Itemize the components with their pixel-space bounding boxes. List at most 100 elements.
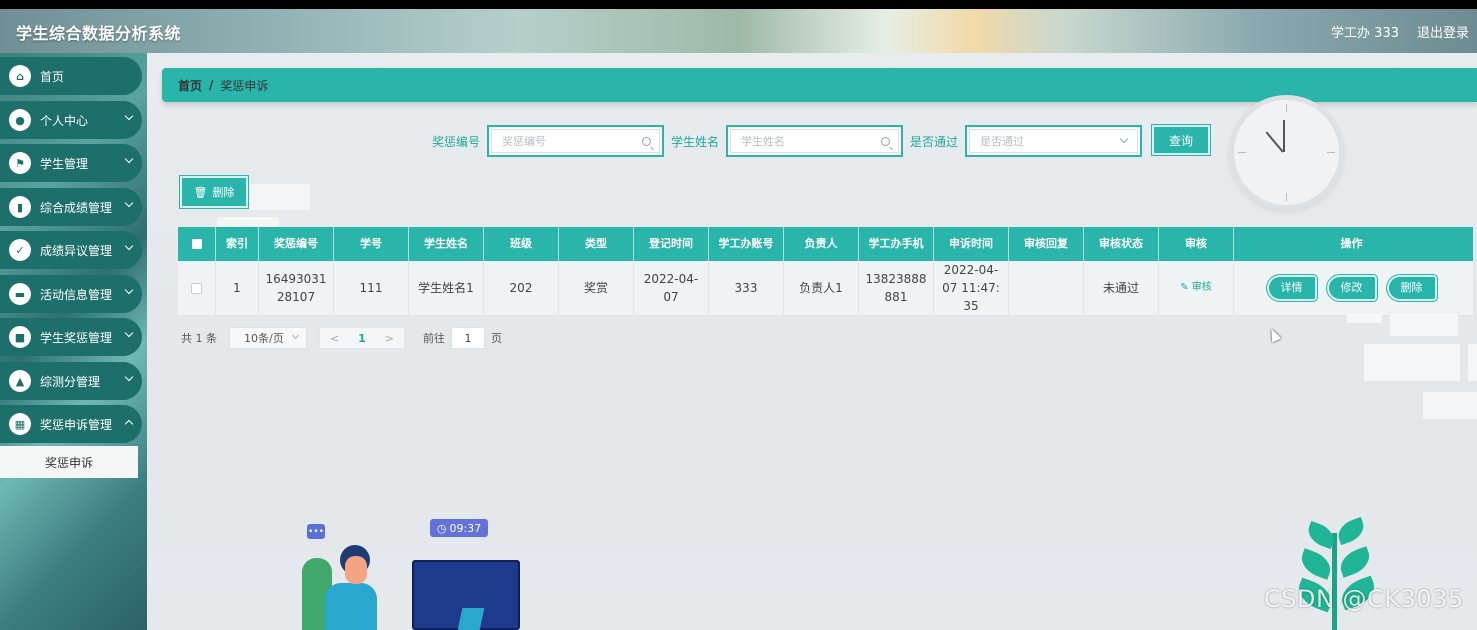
sidebar-item-label: 综合成绩管理 (40, 200, 113, 215)
header-audit-reply: 审核回复 (1009, 227, 1084, 261)
chevron-down-icon (124, 328, 134, 338)
sidebar-item-score-management[interactable]: ▮ 综合成绩管理 (0, 188, 142, 226)
cell-person-in-charge: 负责人1 (784, 261, 859, 315)
clock-tick (1238, 152, 1246, 153)
leaf-illustration (1334, 516, 1368, 546)
select-all-cell[interactable] (178, 227, 216, 261)
edit-button[interactable]: 修改 (1325, 274, 1378, 302)
appeal-table: 索引 奖惩编号 学号 学生姓名 班级 类型 登记时间 学工办账号 负责人 学工办… (178, 227, 1473, 316)
cell-student-no: 111 (334, 261, 409, 315)
current-page[interactable]: 1 (358, 332, 366, 345)
sidebar-item-student-management[interactable]: ⚑ 学生管理 (0, 144, 142, 182)
clock-hand (1283, 120, 1285, 152)
sidebar-item-label: 奖惩申诉管理 (40, 417, 113, 432)
query-button[interactable]: 查询 (1151, 124, 1211, 156)
flag-icon: ⚑ (9, 152, 31, 174)
sidebar-item-label: 个人中心 (40, 113, 89, 128)
sidebar-item-label: 学生奖惩管理 (40, 330, 113, 345)
appeal-time-text: 2022-04-07 11:47:35 (942, 263, 1000, 313)
cell-audit-status: 未通过 (1084, 261, 1159, 315)
leaf-illustration (1336, 546, 1374, 578)
batch-delete-button[interactable]: 🗑 删除 (179, 175, 249, 209)
total-count: 共 1 条 (181, 332, 217, 345)
award-no-text: 1649303128107 (265, 272, 327, 304)
pagination: 共 1 条 10条/页 < 1 > 前往 1 页 (181, 326, 502, 350)
sidebar-item-label: 成绩异议管理 (40, 243, 113, 258)
table-row: 1 1649303128107 111 学生姓名1 202 奖赏 2022-04… (178, 261, 1473, 316)
clock-tick (1327, 152, 1335, 153)
sidebar-item-label: 首页 (40, 69, 65, 84)
breadcrumb-separator: / (209, 78, 214, 92)
sidebar-item-score-objection[interactable]: ✓ 成绩异议管理 (0, 231, 142, 269)
sidebar-item-home[interactable]: ⌂ 首页 (0, 57, 142, 95)
prev-page-button[interactable]: < (330, 332, 339, 345)
header-person-in-charge: 负责人 (784, 227, 859, 261)
user-icon: ● (9, 109, 31, 131)
cell-actions: 详情 修改 删除 (1234, 261, 1469, 315)
decorative-block (1390, 314, 1458, 336)
clock-tick (1286, 104, 1287, 112)
page-suffix: 页 (491, 332, 502, 345)
grid-icon: ▦ (9, 413, 31, 435)
time-badge-text: 09:37 (449, 521, 482, 535)
clock-tick (1286, 193, 1287, 201)
sidebar-item-rewards[interactable]: ■ 学生奖惩管理 (0, 318, 142, 356)
goto-label: 前往 (423, 332, 445, 345)
student-name-input[interactable]: 学生姓名 (726, 125, 903, 157)
cell-class: 202 (484, 261, 559, 315)
sidebar-item-appeal-management[interactable]: ▦ 奖惩申诉管理 (0, 405, 142, 443)
passed-label: 是否通过 (910, 135, 959, 149)
plant-stem-illustration (1332, 533, 1337, 630)
cell-register-time: 2022-04-07 (634, 261, 709, 315)
decorative-block (1364, 344, 1460, 381)
submenu-item-appeal[interactable]: 奖惩申诉 (0, 446, 138, 478)
cell-appeal-time: 2022-04-07 11:47:35 (934, 261, 1009, 315)
chevron-down-icon (124, 198, 134, 208)
header-award-no: 奖惩编号 (259, 227, 334, 261)
sidebar-item-label: 活动信息管理 (40, 287, 113, 302)
page-size-value: 10条/页 (244, 332, 284, 345)
header-student-name: 学生姓名 (409, 227, 484, 261)
header-type: 类型 (559, 227, 634, 261)
sidebar-item-personal-center[interactable]: ● 个人中心 (0, 101, 142, 139)
decorative-block (1468, 344, 1477, 381)
student-name-label: 学生姓名 (671, 135, 720, 149)
home-icon: ⌂ (9, 65, 31, 87)
logout-link[interactable]: 退出登录 (1417, 22, 1469, 41)
main-content: 首页 / 奖惩申诉 奖惩编号 奖惩编号 学生姓名 学生姓名 是否通过 是否通过 … (147, 53, 1477, 630)
time-badge: ◷ 09:37 (430, 519, 488, 537)
header-audit: 审核 (1159, 227, 1234, 261)
leaf-illustration (1297, 548, 1335, 580)
cell-award-no: 1649303128107 (259, 261, 334, 315)
passed-select[interactable]: 是否通过 (965, 125, 1142, 157)
cell-audit: ✎ 审核 (1159, 261, 1234, 315)
page-size-select[interactable]: 10条/页 (229, 327, 307, 349)
row-select-cell[interactable] (178, 261, 216, 315)
select-all-checkbox[interactable] (191, 239, 202, 249)
cell-index: 1 (216, 261, 259, 315)
goto-page-input[interactable]: 1 (451, 327, 485, 349)
award-no-input[interactable]: 奖惩编号 (487, 125, 664, 157)
app-title: 学生综合数据分析系统 (16, 24, 182, 43)
header-class: 班级 (484, 227, 559, 261)
sidebar-item-label: 学生管理 (40, 156, 89, 171)
student-name-placeholder: 学生姓名 (741, 135, 785, 148)
header-office-account: 学工办账号 (709, 227, 784, 261)
sidebar-item-activity-info[interactable]: ▬ 活动信息管理 (0, 275, 142, 313)
sidebar-item-comprehensive-score[interactable]: ▲ 综测分管理 (0, 362, 142, 400)
chevron-down-icon (124, 241, 134, 251)
row-checkbox[interactable] (191, 282, 202, 294)
chevron-down-icon (124, 372, 134, 382)
detail-button[interactable]: 详情 (1265, 274, 1318, 302)
delete-button[interactable]: 删除 (1385, 274, 1438, 302)
next-page-button[interactable]: > (385, 332, 394, 345)
audit-link[interactable]: ✎ 审核 (1180, 279, 1212, 297)
person-illustration (325, 583, 377, 630)
chevron-down-icon (291, 331, 300, 340)
cell-office-account: 333 (709, 261, 784, 315)
current-user[interactable]: 学工办 333 (1331, 22, 1399, 41)
breadcrumb-home[interactable]: 首页 (178, 77, 202, 94)
clock-icon: ◷ (436, 521, 447, 535)
app-header: 学生综合数据分析系统 学工办 333 退出登录 (0, 9, 1477, 53)
decorative-block (1423, 392, 1477, 419)
